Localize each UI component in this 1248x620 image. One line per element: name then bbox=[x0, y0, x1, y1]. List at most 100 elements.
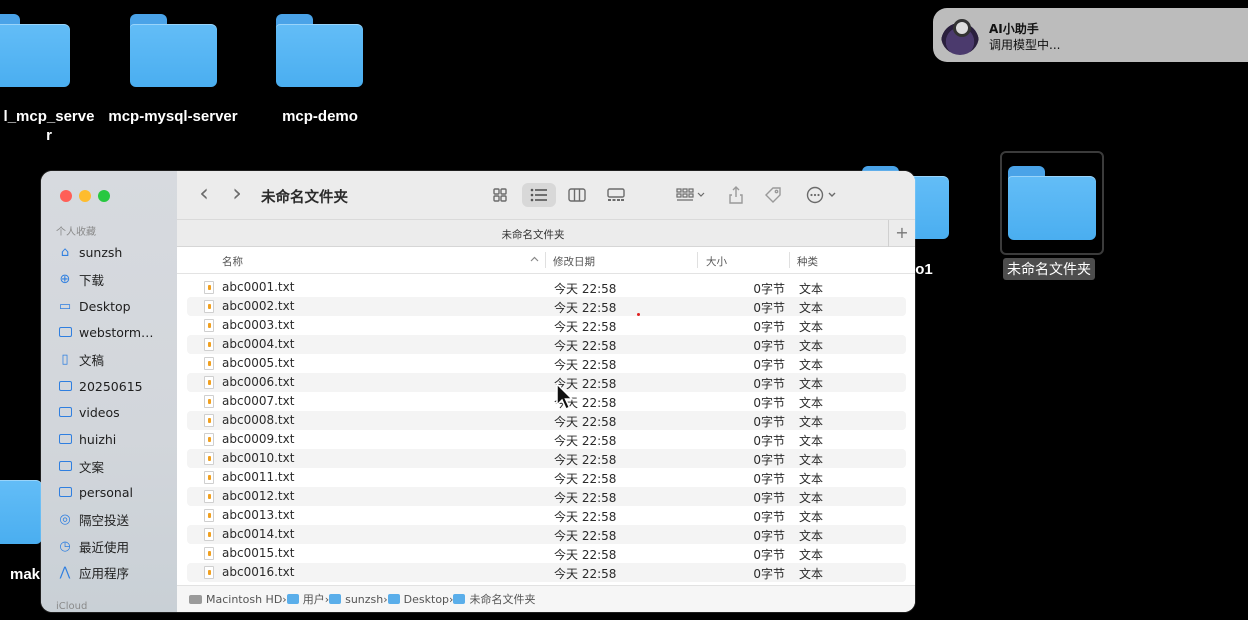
sidebar-item-personal[interactable]: personal bbox=[57, 482, 133, 502]
table-row[interactable]: abc0003.txt 今天 22:58 0字节 文本 bbox=[187, 316, 906, 335]
table-row[interactable]: abc0007.txt 今天 22:58 0字节 文本 bbox=[187, 392, 906, 411]
file-name: abc0013.txt bbox=[222, 508, 295, 522]
group-button[interactable] bbox=[672, 183, 710, 207]
desktop-folder-label: l_mcp_serve r bbox=[3, 108, 95, 144]
file-name: abc0010.txt bbox=[222, 451, 295, 465]
disk-icon bbox=[189, 594, 202, 604]
column-separator[interactable] bbox=[697, 252, 698, 268]
tab-title[interactable]: 未命名文件夹 bbox=[177, 227, 889, 242]
file-date: 今天 22:58 bbox=[554, 434, 617, 448]
column-header: 名称 修改日期 大小 种类 bbox=[177, 247, 915, 274]
sidebar-item-applications[interactable]: ⋀ 应用程序 bbox=[57, 562, 129, 582]
column-name[interactable]: 名称 bbox=[222, 254, 243, 269]
more-actions-button[interactable] bbox=[804, 183, 840, 207]
file-size: 0字节 bbox=[753, 567, 785, 581]
tag-button[interactable] bbox=[762, 183, 784, 207]
list-view-button[interactable] bbox=[522, 183, 556, 207]
file-name: abc0006.txt bbox=[222, 375, 295, 389]
minimize-button[interactable] bbox=[79, 190, 91, 202]
gallery-view-button[interactable] bbox=[603, 183, 629, 207]
file-size: 0字节 bbox=[753, 301, 785, 315]
table-row[interactable]: abc0006.txt 今天 22:58 0字节 文本 bbox=[187, 373, 906, 392]
table-row[interactable]: abc0009.txt 今天 22:58 0字节 文本 bbox=[187, 430, 906, 449]
table-row[interactable]: abc0015.txt 今天 22:58 0字节 文本 bbox=[187, 544, 906, 563]
breadcrumb-item[interactable]: Desktop bbox=[387, 593, 449, 606]
sidebar-item-20250615[interactable]: 20250615 bbox=[57, 376, 143, 396]
breadcrumb-item[interactable]: Macintosh HD bbox=[189, 593, 282, 606]
sidebar-item-downloads[interactable]: ⊕ 下载 bbox=[57, 269, 104, 289]
table-row[interactable]: abc0004.txt 今天 22:58 0字节 文本 bbox=[187, 335, 906, 354]
file-size: 0字节 bbox=[753, 510, 785, 524]
column-date[interactable]: 修改日期 bbox=[553, 254, 595, 269]
file-kind: 文本 bbox=[799, 320, 824, 334]
text-file-icon bbox=[204, 471, 214, 484]
text-file-icon bbox=[204, 319, 214, 332]
table-row[interactable]: abc0005.txt 今天 22:58 0字节 文本 bbox=[187, 354, 906, 373]
table-row[interactable]: abc0013.txt 今天 22:58 0字节 文本 bbox=[187, 506, 906, 525]
table-row[interactable]: abc0001.txt 今天 22:58 0字节 文本 bbox=[187, 278, 906, 297]
file-kind: 文本 bbox=[799, 510, 824, 524]
gallery-icon bbox=[607, 188, 625, 201]
file-kind: 文本 bbox=[799, 529, 824, 543]
file-kind: 文本 bbox=[799, 415, 824, 429]
sidebar-item-webstorm[interactable]: webstorm… bbox=[57, 322, 154, 342]
close-button[interactable] bbox=[60, 190, 72, 202]
sidebar-item-label: sunzsh bbox=[79, 244, 123, 260]
file-date: 今天 22:58 bbox=[554, 415, 617, 429]
table-row[interactable]: abc0016.txt 今天 22:58 0字节 文本 bbox=[187, 563, 906, 582]
table-row[interactable]: abc0008.txt 今天 22:58 0字节 文本 bbox=[187, 411, 906, 430]
file-name: abc0001.txt bbox=[222, 280, 295, 294]
sidebar-item-desktop[interactable]: ▭ Desktop bbox=[57, 296, 131, 316]
document-icon: ▯ bbox=[61, 351, 69, 367]
tag-icon bbox=[765, 187, 781, 203]
sidebar-item-documents[interactable]: ▯ 文稿 bbox=[57, 349, 104, 369]
column-view-button[interactable] bbox=[564, 183, 590, 207]
column-separator[interactable] bbox=[789, 252, 790, 268]
sidebar-item-wenan[interactable]: 文案 bbox=[57, 456, 104, 476]
file-name: abc0005.txt bbox=[222, 356, 295, 370]
desktop-folder-label-selected: 未命名文件夹 bbox=[1003, 258, 1095, 280]
table-row[interactable]: abc0002.txt 今天 22:58 0字节 文本 bbox=[187, 297, 906, 316]
breadcrumb-label: 用户 bbox=[302, 593, 325, 606]
table-row[interactable]: abc0010.txt 今天 22:58 0字节 文本 bbox=[187, 449, 906, 468]
new-tab-button[interactable]: + bbox=[888, 220, 915, 247]
table-row[interactable]: abc0014.txt 今天 22:58 0字节 文本 bbox=[187, 525, 906, 544]
share-button[interactable] bbox=[726, 183, 746, 207]
folder-icon bbox=[57, 378, 73, 394]
file-name: abc0002.txt bbox=[222, 299, 295, 313]
file-kind: 文本 bbox=[799, 548, 824, 562]
sidebar-item-huizhi[interactable]: huizhi bbox=[57, 429, 116, 449]
breadcrumb-item[interactable]: sunzsh bbox=[329, 593, 383, 606]
notification-banner[interactable]: AI小助手 调用模型中... bbox=[933, 8, 1248, 62]
breadcrumb-item[interactable]: 用户 bbox=[286, 591, 325, 607]
file-date: 今天 22:58 bbox=[554, 491, 617, 505]
table-row[interactable]: abc0011.txt 今天 22:58 0字节 文本 bbox=[187, 468, 906, 487]
back-button[interactable]: ‹ bbox=[197, 179, 211, 207]
toolbar: ‹ › 未命名文件夹 bbox=[177, 171, 915, 219]
folder-icon bbox=[1008, 166, 1096, 240]
file-size: 0字节 bbox=[753, 339, 785, 353]
folder-icon bbox=[0, 14, 70, 87]
mouse-cursor-icon bbox=[556, 383, 574, 410]
sidebar-item-airdrop[interactable]: ◎ 隔空投送 bbox=[57, 509, 129, 529]
forward-button[interactable]: › bbox=[230, 179, 244, 207]
folder-icon bbox=[57, 458, 73, 474]
column-kind[interactable]: 种类 bbox=[797, 254, 818, 269]
sidebar-item-videos[interactable]: videos bbox=[57, 402, 120, 422]
column-separator[interactable] bbox=[545, 252, 546, 268]
table-row[interactable]: abc0012.txt 今天 22:58 0字节 文本 bbox=[187, 487, 906, 506]
breadcrumb-item[interactable]: 未命名文件夹 bbox=[453, 591, 535, 607]
zoom-button[interactable] bbox=[98, 190, 110, 202]
file-name: abc0015.txt bbox=[222, 546, 295, 560]
airdrop-icon: ◎ bbox=[59, 511, 71, 527]
text-file-icon bbox=[204, 300, 214, 313]
sidebar-item-recents[interactable]: ◷ 最近使用 bbox=[57, 536, 129, 556]
icon-view-button[interactable] bbox=[487, 183, 513, 207]
column-size[interactable]: 大小 bbox=[706, 254, 727, 269]
sidebar-section-favorites: 个人收藏 bbox=[56, 227, 96, 238]
file-kind: 文本 bbox=[799, 396, 824, 410]
sidebar-item-sunzsh[interactable]: ⌂ sunzsh bbox=[57, 242, 123, 262]
file-size: 0字节 bbox=[753, 453, 785, 467]
file-name: abc0004.txt bbox=[222, 337, 295, 351]
sidebar-item-label: videos bbox=[79, 404, 120, 420]
